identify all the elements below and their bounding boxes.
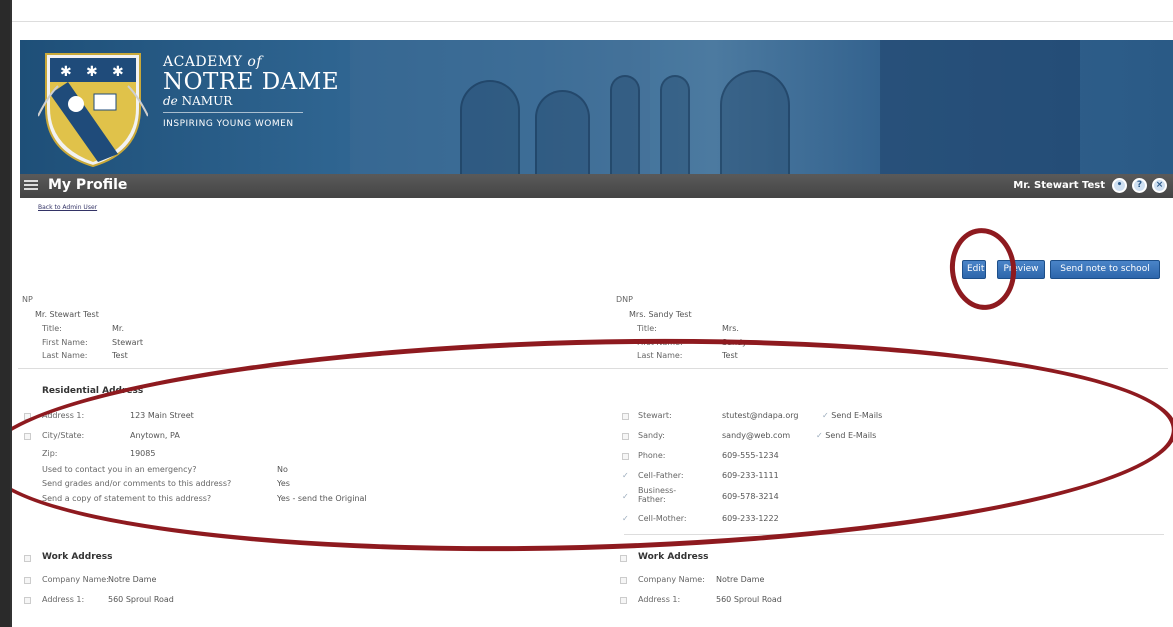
company-name-checkbox[interactable] <box>24 577 31 584</box>
np-last-name-label: Last Name: <box>42 351 88 360</box>
dnp-name: Mrs. Sandy Test <box>629 310 692 319</box>
svg-text:✱: ✱ <box>86 64 98 80</box>
banner-trees <box>880 40 1080 174</box>
svg-text:✱: ✱ <box>60 64 72 80</box>
school-name: ACADEMY of NOTRE DAME de NAMUR INSPIRING… <box>163 54 339 129</box>
school-crest-logo: ✱ ✱ ✱ <box>38 53 148 168</box>
back-to-admin-link[interactable]: Back to Admin User <box>38 204 97 211</box>
school-tagline: INSPIRING YOUNG WOMEN <box>163 119 294 129</box>
np-name: Mr. Stewart Test <box>35 310 99 319</box>
np-title-label: Title: <box>42 324 62 333</box>
dnp-header: DNP <box>616 295 633 304</box>
np-title-value: Mr. <box>112 324 124 333</box>
banner-arch <box>535 90 590 174</box>
work-address-checkbox[interactable] <box>24 555 31 562</box>
np-first-name-label: First Name: <box>42 338 88 347</box>
svg-text:✱: ✱ <box>112 64 124 80</box>
work-address1-checkbox[interactable] <box>620 597 627 604</box>
annotation-circle-edit <box>945 224 1021 314</box>
work-address1-label: Address 1: <box>638 595 681 604</box>
banner-arch <box>720 70 790 174</box>
close-icon[interactable]: × <box>1152 178 1167 193</box>
company-name-label: Company Name: <box>42 575 109 584</box>
school-name-line1: ACADEMY <box>163 54 243 70</box>
school-banner: ✱ ✱ ✱ ACADEMY of NOTRE DAME de NAMUR INS… <box>20 40 1173 174</box>
send-note-button[interactable]: Send note to school <box>1050 260 1160 279</box>
np-first-name-value: Stewart <box>112 338 144 347</box>
school-name-line3: NAMUR <box>181 94 233 108</box>
work-address-checkbox[interactable] <box>620 555 627 562</box>
company-name-checkbox[interactable] <box>620 577 627 584</box>
banner-arch <box>660 75 690 174</box>
work-address1-checkbox[interactable] <box>24 597 31 604</box>
annotation-oval-address <box>12 324 1173 566</box>
top-strip <box>12 0 1173 22</box>
home-icon[interactable]: • <box>1112 178 1127 193</box>
page-title: My Profile <box>48 177 128 193</box>
banner-arch <box>460 80 520 174</box>
company-name-value: Notre Dame <box>108 575 157 584</box>
dnp-title-value: Mrs. <box>722 324 739 333</box>
company-name-label: Company Name: <box>638 575 705 584</box>
work-address1-label: Address 1: <box>42 595 85 604</box>
school-name-de: de <box>163 94 178 108</box>
app-window: ✱ ✱ ✱ ACADEMY of NOTRE DAME de NAMUR INS… <box>10 0 1173 627</box>
school-name-line2: NOTRE DAME <box>163 69 340 95</box>
current-user-name: Mr. Stewart Test <box>1013 180 1105 191</box>
work-address-heading: Work Address <box>638 552 709 562</box>
np-last-name-value: Test <box>112 351 128 360</box>
help-icon[interactable]: ? <box>1132 178 1147 193</box>
menu-icon[interactable] <box>24 178 38 194</box>
dnp-title-label: Title: <box>637 324 657 333</box>
work-address1-value: 560 Sproul Road <box>716 595 782 604</box>
work-address1-value: 560 Sproul Road <box>108 595 174 604</box>
company-name-value: Notre Dame <box>716 575 765 584</box>
work-address-heading: Work Address <box>42 552 113 562</box>
school-name-of: of <box>247 54 263 70</box>
banner-arch <box>610 75 640 174</box>
page-titlebar: My Profile Mr. Stewart Test • ? × <box>20 174 1173 198</box>
divider <box>163 112 303 113</box>
np-header: NP <box>22 295 33 304</box>
